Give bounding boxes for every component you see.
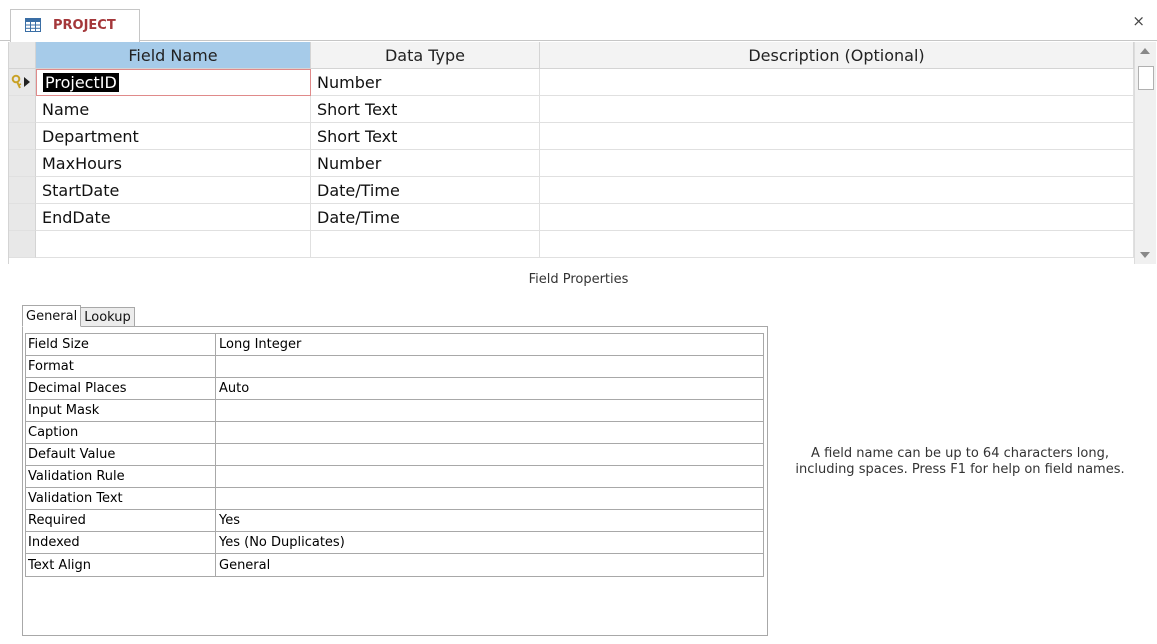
description-cell[interactable] xyxy=(540,150,1134,177)
property-row: Field Size Long Integer xyxy=(26,334,763,356)
property-row: Text Align General xyxy=(26,554,763,576)
grid-header: Field Name Data Type Description (Option… xyxy=(9,42,1134,69)
row-selector[interactable] xyxy=(9,150,36,177)
table-design-grid: Field Name Data Type Description (Option… xyxy=(8,42,1134,264)
field-name-cell[interactable]: Department xyxy=(36,123,311,150)
description-cell[interactable] xyxy=(540,96,1134,123)
row-selector[interactable] xyxy=(9,231,36,258)
property-value[interactable] xyxy=(216,444,763,465)
field-name-text: EndDate xyxy=(42,207,111,227)
data-type-cell[interactable]: Number xyxy=(311,69,540,96)
description-cell[interactable] xyxy=(540,123,1134,150)
table-row[interactable]: ProjectID Number xyxy=(9,69,1134,96)
property-row: Input Mask xyxy=(26,400,763,422)
field-name-cell[interactable]: StartDate xyxy=(36,177,311,204)
select-all-corner[interactable] xyxy=(9,42,36,69)
property-value[interactable] xyxy=(216,422,763,443)
property-row: Format xyxy=(26,356,763,378)
property-value[interactable]: Yes xyxy=(216,510,763,531)
table-row[interactable]: StartDate Date/Time xyxy=(9,177,1134,204)
row-selector[interactable] xyxy=(9,123,36,150)
document-tab-project[interactable]: PROJECT xyxy=(10,9,140,42)
property-label: Validation Rule xyxy=(26,466,216,487)
scroll-down-icon[interactable] xyxy=(1140,252,1150,258)
description-header[interactable]: Description (Optional) xyxy=(540,42,1134,69)
property-row: Required Yes xyxy=(26,510,763,532)
property-row: Indexed Yes (No Duplicates) xyxy=(26,532,763,554)
data-type-cell[interactable] xyxy=(311,231,540,258)
description-cell[interactable] xyxy=(540,204,1134,231)
help-text: A field name can be up to 64 characters … xyxy=(795,446,1125,477)
field-name-text: MaxHours xyxy=(42,153,122,173)
field-name-text: Name xyxy=(42,99,90,119)
field-name-text: StartDate xyxy=(42,180,120,200)
tab-lookup[interactable]: Lookup xyxy=(81,307,135,327)
property-label: Required xyxy=(26,510,216,531)
property-value[interactable]: Auto xyxy=(216,378,763,399)
field-name-header[interactable]: Field Name xyxy=(36,42,311,69)
field-name-text: ProjectID xyxy=(43,73,119,92)
row-selector[interactable] xyxy=(9,177,36,204)
data-type-cell[interactable]: Date/Time xyxy=(311,204,540,231)
document-tab-label: PROJECT xyxy=(53,18,116,33)
property-value[interactable] xyxy=(216,356,763,377)
table-row[interactable]: MaxHours Number xyxy=(9,150,1134,177)
description-cell[interactable] xyxy=(540,69,1134,96)
data-type-cell[interactable]: Number xyxy=(311,150,540,177)
table-row[interactable]: EndDate Date/Time xyxy=(9,204,1134,231)
data-type-cell[interactable]: Date/Time xyxy=(311,177,540,204)
field-name-text: Department xyxy=(42,126,139,146)
table-row[interactable] xyxy=(9,231,1134,258)
property-value[interactable]: Yes (No Duplicates) xyxy=(216,532,763,553)
close-icon[interactable]: × xyxy=(1132,12,1145,30)
field-name-cell[interactable]: MaxHours xyxy=(36,150,311,177)
primary-key-icon xyxy=(11,74,30,89)
property-label: Format xyxy=(26,356,216,377)
field-name-cell[interactable]: EndDate xyxy=(36,204,311,231)
scroll-up-icon[interactable] xyxy=(1140,48,1150,54)
grid-rows: ProjectID Number Name Short Text Department S… xyxy=(9,69,1134,258)
property-value[interactable] xyxy=(216,466,763,487)
field-properties-title: Field Properties xyxy=(528,272,629,287)
property-tabs: General Lookup xyxy=(22,305,135,327)
field-name-cell[interactable]: ProjectID xyxy=(36,69,311,96)
table-row[interactable]: Department Short Text xyxy=(9,123,1134,150)
property-panel: Field Size Long Integer Format Decimal Plac… xyxy=(22,326,768,636)
row-selector[interactable] xyxy=(9,96,36,123)
property-label: Default Value xyxy=(26,444,216,465)
property-row: Validation Text xyxy=(26,488,763,510)
scroll-thumb[interactable] xyxy=(1138,66,1154,90)
property-label: Validation Text xyxy=(26,488,216,509)
property-label: Caption xyxy=(26,422,216,443)
property-row: Decimal Places Auto xyxy=(26,378,763,400)
property-label: Decimal Places xyxy=(26,378,216,399)
property-row: Caption xyxy=(26,422,763,444)
property-label: Text Align xyxy=(26,554,216,576)
table-icon xyxy=(25,18,41,32)
data-type-cell[interactable]: Short Text xyxy=(311,123,540,150)
document-tab-bar: PROJECT × xyxy=(0,0,1157,42)
property-row: Default Value xyxy=(26,444,763,466)
property-value[interactable]: General xyxy=(216,554,763,576)
property-label: Indexed xyxy=(26,532,216,553)
data-type-cell[interactable]: Short Text xyxy=(311,96,540,123)
row-selector[interactable] xyxy=(9,69,36,96)
property-value[interactable] xyxy=(216,400,763,421)
vertical-scrollbar[interactable] xyxy=(1134,42,1156,264)
property-label: Field Size xyxy=(26,334,216,355)
property-row: Validation Rule xyxy=(26,466,763,488)
row-selector[interactable] xyxy=(9,204,36,231)
description-cell[interactable] xyxy=(540,177,1134,204)
field-name-cell[interactable]: Name xyxy=(36,96,311,123)
property-value[interactable] xyxy=(216,488,763,509)
property-value[interactable]: Long Integer xyxy=(216,334,763,355)
data-type-header[interactable]: Data Type xyxy=(311,42,540,69)
tab-general[interactable]: General xyxy=(22,305,82,327)
property-label: Input Mask xyxy=(26,400,216,421)
property-sheet: Field Size Long Integer Format Decimal Plac… xyxy=(25,333,764,577)
table-row[interactable]: Name Short Text xyxy=(9,96,1134,123)
description-cell[interactable] xyxy=(540,231,1134,258)
field-name-cell[interactable] xyxy=(36,231,311,258)
